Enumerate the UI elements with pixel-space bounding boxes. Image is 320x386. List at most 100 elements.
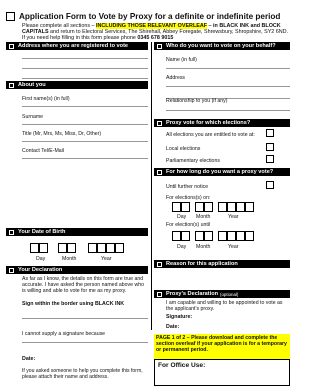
elections-on-label: For elections(s) on: [166, 195, 211, 201]
elections-until-day-box[interactable] [181, 231, 190, 241]
local-elections-label: Local elections [166, 146, 201, 152]
elections-until-year-box[interactable] [236, 231, 245, 241]
address-line[interactable] [22, 58, 148, 59]
proxy-address-line[interactable] [166, 86, 290, 87]
surname-field[interactable] [22, 124, 148, 125]
intro-phone: 0345 678 9015 [137, 35, 174, 42]
section-proxy-declaration-sub: (optional) [220, 291, 239, 297]
elections-on-month-label: Month [196, 214, 211, 220]
section-about: About you [6, 81, 148, 89]
section-proxy-declaration-title: Proxy’s Declaration [166, 291, 219, 297]
section-dob-title: Your Date of Birth [18, 229, 66, 235]
dob-month-box[interactable] [67, 243, 76, 253]
section-square-icon [9, 267, 14, 273]
section-who-title: Who do you want to vote on your behalf? [166, 43, 276, 49]
intro-text: Please complete all sections – INCLUDING… [22, 23, 290, 41]
section-square-icon [157, 169, 162, 175]
elections-until-year-box[interactable] [245, 231, 254, 241]
address-line[interactable] [22, 68, 148, 69]
office-use-label: For Office Use: [158, 362, 206, 369]
section-declaration-title: Your Declaration [18, 267, 63, 273]
elections-on-year-box[interactable] [218, 202, 227, 212]
elections-until-year-label: Year [228, 244, 239, 250]
proxy-date-label: Date: [166, 324, 180, 330]
elections-until-month-label: Month [196, 244, 211, 250]
until-further-notice-label: Until further notice [166, 184, 209, 190]
proxy-address-line[interactable] [166, 110, 290, 111]
elections-until-label: For election(s) until [166, 222, 211, 228]
dob-year-box[interactable] [106, 243, 115, 253]
form-header: Application Form to Vote by Proxy for a … [6, 11, 290, 22]
help-text: If you asked someone to help you complet… [22, 368, 143, 380]
address-line[interactable] [22, 78, 148, 79]
elections-on-month-box[interactable] [195, 202, 204, 212]
section-address: Address where you are registered to vote [6, 42, 148, 50]
proxy-vote-form: Application Form to Vote by Proxy for a … [0, 0, 298, 386]
dob-year-label: Year [101, 256, 112, 262]
elections-on-day-label: Day [177, 214, 187, 220]
proxy-relationship-label: Relationship to you (if any) [166, 98, 228, 104]
proxy-address-label: Address [166, 75, 186, 81]
proxy-signature-label: Signature: [166, 314, 193, 320]
local-elections-checkbox[interactable] [266, 143, 274, 151]
parliamentary-elections-checkbox[interactable] [266, 155, 274, 163]
dob-day-box[interactable] [30, 243, 39, 253]
all-elections-checkbox[interactable] [266, 129, 274, 137]
elections-until-year-box[interactable] [227, 231, 236, 241]
section-declaration: Your Declaration [6, 266, 148, 274]
section-square-icon [157, 120, 162, 126]
dob-month-box[interactable] [58, 243, 67, 253]
section-about-title: About you [18, 82, 46, 88]
first-names-label: First name(s) (in full) [22, 96, 70, 102]
sign-instruction: Sign within the border using BLACK INK [22, 301, 125, 307]
section-square-icon [9, 43, 14, 49]
proxy-declaration-text: I am capable and willing to be appointed… [166, 300, 283, 313]
all-elections-label: All elections you are entitled to vote a… [166, 132, 255, 138]
elections-on-day-box[interactable] [172, 202, 181, 212]
until-further-notice-checkbox[interactable] [266, 181, 274, 189]
elections-until-year-box[interactable] [218, 231, 227, 241]
section-square-icon [157, 291, 162, 297]
section-reason: Reason for this application [154, 260, 290, 268]
section-proxy-declaration: Proxy’s Declaration (optional) [154, 290, 290, 298]
title-field[interactable] [22, 141, 148, 142]
section-square-icon [157, 261, 162, 267]
declaration-date-label: Date: [22, 356, 36, 362]
intro-part-1: Please complete all sections – [22, 23, 97, 29]
office-use-box: For Office Use: [154, 359, 290, 386]
elections-on-year-box[interactable] [227, 202, 236, 212]
elections-until-month-box[interactable] [195, 231, 204, 241]
cannot-supply-field[interactable] [22, 342, 148, 343]
section-how-long: For how long do you want a proxy vote? [154, 168, 290, 176]
section-proxy-vote: Proxy vote for which elections? [154, 119, 290, 127]
contact-field[interactable] [22, 158, 148, 159]
elections-until-month-box[interactable] [204, 231, 213, 241]
form-title: Application Form to Vote by Proxy for a … [19, 12, 281, 21]
elections-until-day-box[interactable] [172, 231, 181, 241]
section-reason-title: Reason for this application [166, 261, 238, 267]
dob-day-box[interactable] [39, 243, 48, 253]
proxy-name-label: Name (in full) [166, 57, 197, 63]
elections-on-month-box[interactable] [204, 202, 213, 212]
elections-on-day-box[interactable] [181, 202, 190, 212]
proxy-name-field[interactable] [166, 68, 290, 69]
section-square-icon [9, 82, 14, 88]
section-address-title: Address where you are registered to vote [18, 43, 129, 49]
elections-on-year-box[interactable] [236, 202, 245, 212]
title-square-icon [6, 12, 15, 21]
elections-on-year-box[interactable] [245, 202, 254, 212]
dob-year-box[interactable] [88, 243, 97, 253]
section-who: Who do you want to vote on your behalf? [154, 42, 290, 50]
section-square-icon [157, 43, 162, 49]
dob-year-box[interactable] [97, 243, 106, 253]
signature-line[interactable] [22, 318, 148, 319]
first-names-field[interactable] [22, 106, 148, 107]
title-label: Title (Mr, Mrs, Ms, Miss, Dr, Other) [22, 131, 102, 137]
section-dob: Your Date of Birth [6, 228, 148, 236]
section-square-icon [9, 229, 14, 235]
contact-label: Contact Tel/E-Mail [22, 148, 64, 154]
parliamentary-elections-label: Parliamentary elections [166, 158, 220, 164]
elections-on-year-label: Year [228, 214, 239, 220]
dob-year-box[interactable] [115, 243, 124, 253]
column-divider [151, 42, 152, 330]
